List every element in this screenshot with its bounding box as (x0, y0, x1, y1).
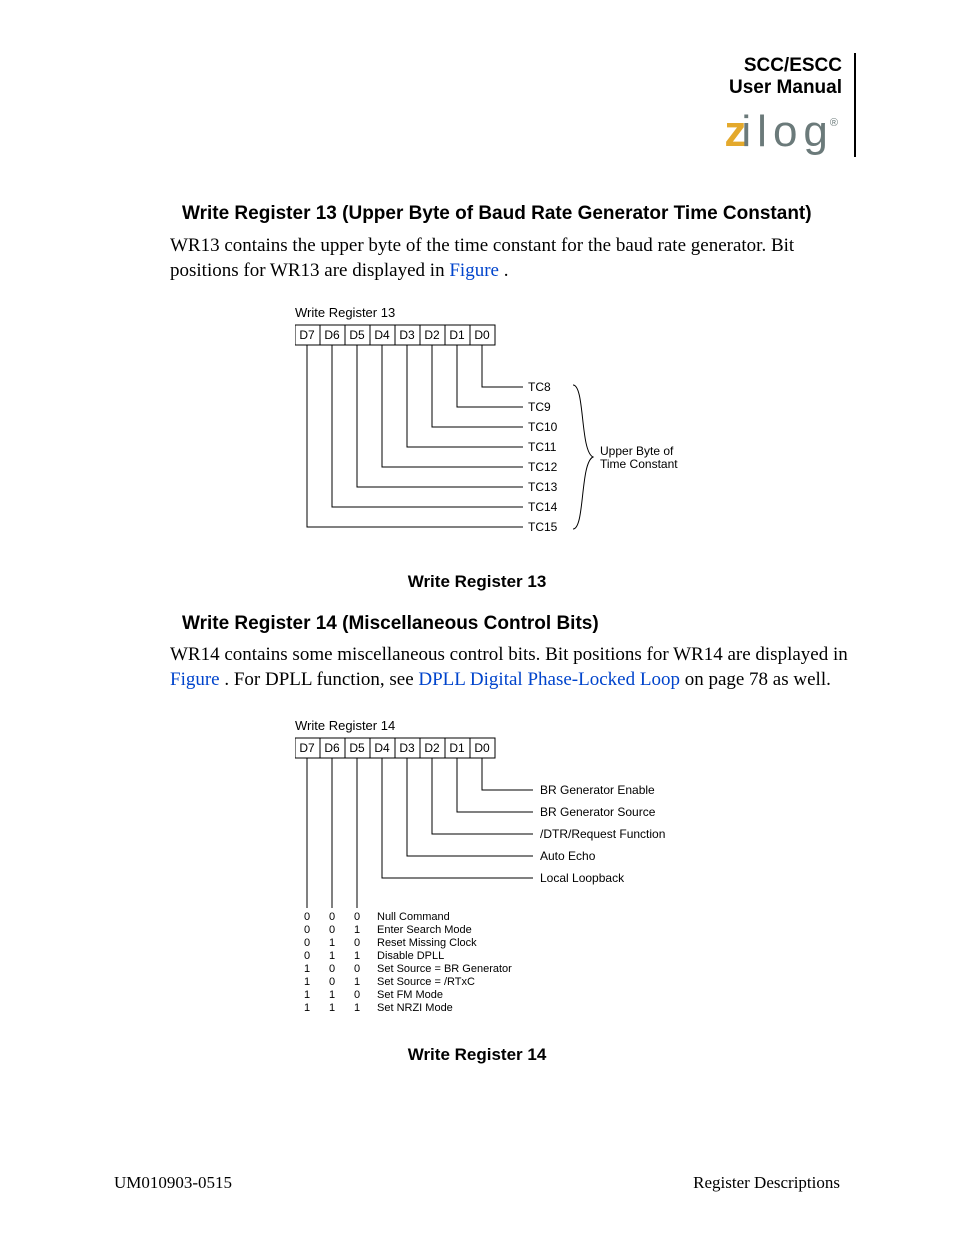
diagram-wr13: Write Register 13 D7 D6 D5 D4 D3 D2 D1 D… (295, 307, 755, 547)
bit-row: D7 D6 D5 D4 D3 D2 D1 D0 (295, 738, 495, 758)
connectors-down (307, 758, 357, 908)
page: SCC/ESCC User Manual zilog® Write Regist… (0, 0, 954, 1235)
tbl-b7: 1 (304, 963, 310, 975)
label-tc11: TC11 (528, 440, 557, 454)
logo-ilog: ilog (741, 107, 834, 156)
logo: zilog® (724, 107, 842, 157)
tbl-b7: 0 (304, 911, 310, 923)
tbl-b7: 0 (304, 937, 310, 949)
bit-d0: D0 (474, 741, 490, 755)
tbl-cmd: Disable DPLL (377, 950, 444, 962)
text: . For DPLL function, see (224, 669, 418, 690)
tbl-b6: 1 (329, 937, 335, 949)
header: SCC/ESCC User Manual zilog® (724, 55, 842, 157)
tbl-b7: 0 (304, 950, 310, 962)
tbl-b5: 1 (354, 924, 360, 936)
lbl-auto-echo: Auto Echo (540, 849, 596, 863)
bit-d7: D7 (299, 741, 315, 755)
label-tc9: TC9 (528, 400, 551, 414)
doc-title: SCC/ESCC User Manual (724, 55, 842, 99)
paragraph-wr14: WR14 contains some miscellaneous control… (170, 643, 860, 692)
tbl-b6: 0 (329, 963, 335, 975)
bit-d1: D1 (449, 741, 465, 755)
bit-d1: D1 (449, 328, 465, 342)
lbl-local-loop: Local Loopback (540, 871, 625, 885)
tbl-cmd: Set NRZI Mode (377, 1002, 453, 1014)
tbl-b5: 0 (354, 937, 360, 949)
caption-wr13: Write Register 13 (0, 572, 954, 592)
footer-left: UM010903-0515 (114, 1173, 232, 1193)
tbl-cmd: Null Command (377, 911, 450, 923)
bit-d7: D7 (299, 328, 315, 342)
doc-title-line2: User Manual (724, 77, 842, 99)
bit-d4: D4 (374, 328, 390, 342)
label-tc10: TC10 (528, 420, 558, 434)
bit-d6: D6 (324, 328, 340, 342)
doc-title-line1: SCC/ESCC (724, 55, 842, 77)
lbl-dtr-req: /DTR/Request Function (540, 827, 665, 841)
bit-row: D7 D6 D5 D4 D3 D2 D1 D0 (295, 325, 495, 345)
text: . (504, 260, 509, 281)
tbl-b5: 1 (354, 1002, 360, 1014)
tbl-cmd: Set FM Mode (377, 989, 443, 1001)
label-tc8: TC8 (528, 380, 551, 394)
tbl-b6: 0 (329, 911, 335, 923)
label-tc15: TC15 (528, 520, 558, 534)
tbl-b7: 1 (304, 989, 310, 1001)
tbl-b6: 0 (329, 976, 335, 988)
diagram-title: Write Register 14 (295, 720, 395, 733)
tbl-cmd: Set Source = BR Generator (377, 963, 512, 975)
brace-label2: Time Constant (600, 457, 678, 471)
bit-d5: D5 (349, 741, 365, 755)
bit-d4: D4 (374, 741, 390, 755)
tbl-cmd: Enter Search Mode (377, 924, 472, 936)
tbl-b5: 0 (354, 989, 360, 1001)
label-tc13: TC13 (528, 480, 558, 494)
header-rule (854, 53, 856, 157)
bit-d2: D2 (424, 741, 440, 755)
tbl-b6: 1 (329, 989, 335, 1001)
footer-right: Register Descriptions (693, 1173, 840, 1193)
tbl-b6: 1 (329, 950, 335, 962)
caption-wr14: Write Register 14 (0, 1045, 954, 1065)
brace-label1: Upper Byte of (600, 444, 674, 458)
heading-wr14: Write Register 14 (Miscellaneous Control… (182, 613, 599, 635)
lbl-br-source: BR Generator Source (540, 805, 656, 819)
dpll-link[interactable]: DPLL Digital Phase-Locked Loop (418, 669, 680, 690)
logo-reg: ® (830, 117, 838, 129)
bit-d5: D5 (349, 328, 365, 342)
figure-link[interactable]: Figure (170, 669, 224, 690)
text: on page 78 as well. (680, 669, 831, 690)
tbl-b5: 0 (354, 911, 360, 923)
tbl-b5: 1 (354, 976, 360, 988)
diagram-title: Write Register 13 (295, 307, 395, 320)
heading-wr13: Write Register 13 (Upper Byte of Baud Ra… (182, 203, 812, 225)
command-table: 0 0 0 Null Command 0 0 1 Enter Search Mo… (304, 911, 512, 1014)
tbl-b5: 1 (354, 950, 360, 962)
tbl-b7: 1 (304, 1002, 310, 1014)
lbl-br-enable: BR Generator Enable (540, 783, 655, 797)
tbl-b6: 1 (329, 1002, 335, 1014)
tbl-cmd: Set Source = /RTxC (377, 976, 475, 988)
bit-d2: D2 (424, 328, 440, 342)
figure-link[interactable]: Figure (449, 260, 503, 281)
bit-d0: D0 (474, 328, 490, 342)
tbl-b5: 0 (354, 963, 360, 975)
bit-d6: D6 (324, 741, 340, 755)
bit-d3: D3 (399, 328, 415, 342)
diagram-wr14: Write Register 14 D7 D6 D5 D4 D3 D2 D1 D… (295, 720, 775, 1020)
tbl-b7: 0 (304, 924, 310, 936)
connectors (307, 345, 523, 527)
connectors-right (382, 758, 533, 878)
bit-d3: D3 (399, 741, 415, 755)
label-tc12: TC12 (528, 460, 558, 474)
tbl-b7: 1 (304, 976, 310, 988)
text: WR14 contains some miscellaneous control… (170, 644, 848, 665)
paragraph-wr13: WR13 contains the upper byte of the time… (170, 234, 860, 283)
label-tc14: TC14 (528, 500, 558, 514)
tbl-cmd: Reset Missing Clock (377, 937, 477, 949)
tbl-b6: 0 (329, 924, 335, 936)
brace (573, 385, 593, 529)
